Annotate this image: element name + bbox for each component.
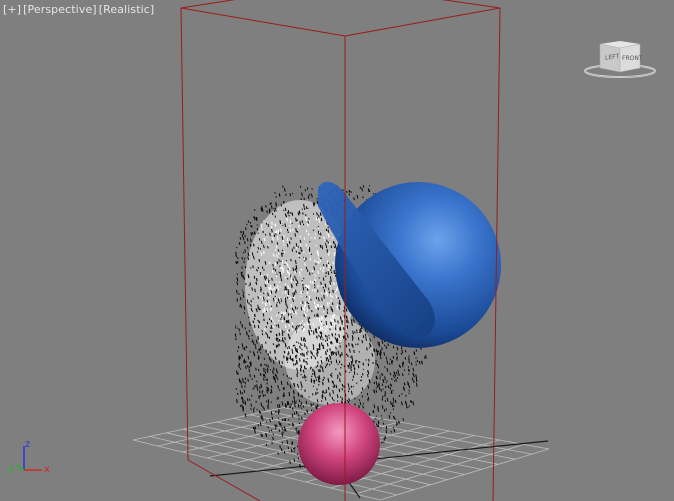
z-axis-label: z bbox=[25, 439, 30, 450]
y-axis-label: y bbox=[8, 464, 14, 475]
y-axis-line bbox=[15, 464, 25, 471]
bounding-box-back bbox=[180, 0, 501, 37]
perspective-viewport[interactable]: [+] [Perspective] [Realistic] LEFT FRONT z… bbox=[0, 0, 674, 501]
viewport-menu-plus[interactable]: [+] bbox=[3, 3, 21, 16]
viewport-label: [+] [Perspective] [Realistic] bbox=[3, 3, 154, 16]
viewport-view-menu[interactable]: [Perspective] bbox=[23, 3, 97, 16]
scene-canvas[interactable] bbox=[0, 0, 674, 501]
viewcube-face-front: FRONT bbox=[622, 55, 643, 62]
axis-tripod: z x y bbox=[8, 439, 50, 475]
viewcube[interactable]: LEFT FRONT bbox=[583, 38, 657, 82]
x-axis-label: x bbox=[44, 464, 50, 475]
small-sphere[interactable] bbox=[298, 403, 380, 485]
viewport-shading-menu[interactable]: [Realistic] bbox=[99, 3, 155, 16]
